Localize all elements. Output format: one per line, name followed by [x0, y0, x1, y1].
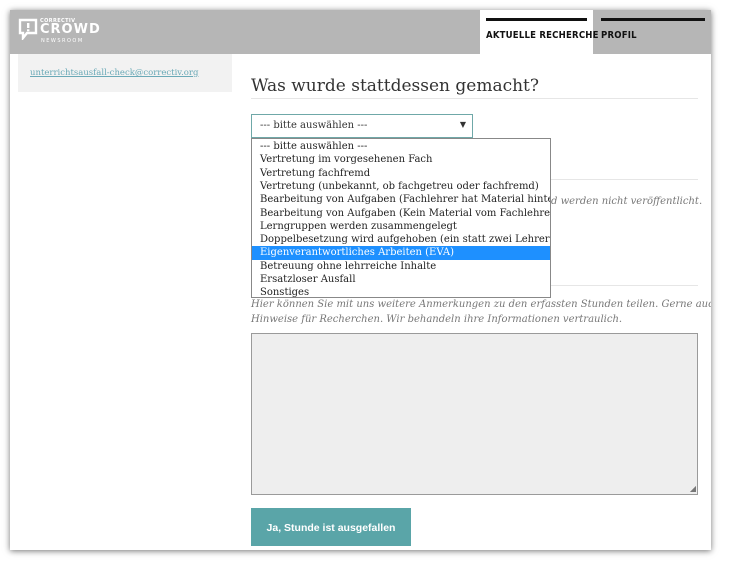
notes-textarea[interactable]: ◢ [251, 333, 698, 495]
dropdown-option[interactable]: Eigenverantwortliches Arbeiten (EVA) [252, 246, 550, 260]
dropdown-option[interactable]: Vertretung (unbekannt, ob fachgetreu ode… [252, 180, 550, 193]
dropdown-option[interactable]: Vertretung fachfremd [252, 167, 550, 180]
tab-profil[interactable]: PROFIL [595, 10, 711, 54]
notes-help-line1: Hier können Sie mit uns weitere Anmerkun… [251, 299, 711, 310]
speech-bubble-icon [18, 18, 38, 40]
dropdown-option[interactable]: Lerngruppen werden zusammengelegt [252, 220, 550, 233]
dropdown-option[interactable]: --- bitte auswählen --- [252, 140, 550, 153]
dropdown-option[interactable]: Vertretung im vorgesehenen Fach [252, 153, 550, 166]
email-link[interactable]: unterrichtsausfall-check@correctiv.org [30, 68, 198, 78]
dropdown-list: --- bitte auswählen --- Vertretung im vor… [251, 138, 551, 298]
submit-button[interactable]: Ja, Stunde ist ausgefallen [251, 508, 411, 546]
resize-handle-icon[interactable]: ◢ [690, 485, 696, 493]
tab-indicator [486, 18, 587, 21]
dropdown-option[interactable]: Bearbeitung von Aufgaben (Fachlehrer hat… [252, 193, 550, 206]
sidebar: unterrichtsausfall-check@correctiv.org [18, 54, 232, 92]
logo-name: CROWD [40, 22, 101, 37]
question-heading: Was wurde stattdessen gemacht? [251, 76, 540, 96]
dropdown-arrow-icon: ▼ [459, 120, 466, 129]
top-navigation-bar: CORRECTIV CROWD NEWSROOM AKTUELLE RECHER… [10, 10, 711, 54]
dropdown-option[interactable]: Betreuung ohne lehrreiche Inhalte [252, 260, 550, 273]
tab-label: AKTUELLE RECHERCHE [486, 30, 599, 41]
tab-aktuelle-recherche[interactable]: AKTUELLE RECHERCHE [480, 10, 599, 54]
heading-divider [251, 98, 698, 99]
dropdown-option[interactable]: Doppelbesetzung wird aufgehoben (ein sta… [252, 233, 550, 246]
tab-indicator [601, 18, 705, 21]
partially-hidden-text: d werden nicht veröffentlicht. [551, 196, 703, 207]
replacement-select[interactable]: --- bitte auswählen --- ▼ [251, 114, 473, 138]
select-value: --- bitte auswählen --- [260, 120, 368, 131]
dropdown-option[interactable]: Sonstiges [252, 286, 550, 297]
notes-help-line2: Hinweise für Recherchen. Wir behandeln i… [251, 314, 623, 325]
tab-label: PROFIL [601, 30, 637, 41]
dropdown-option[interactable]: Ersatzloser Ausfall [252, 273, 550, 286]
dropdown-option[interactable]: Bearbeitung von Aufgaben (Kein Material … [252, 207, 550, 220]
browser-window: CORRECTIV CROWD NEWSROOM AKTUELLE RECHER… [10, 10, 711, 550]
logo-subtitle: NEWSROOM [41, 38, 84, 44]
